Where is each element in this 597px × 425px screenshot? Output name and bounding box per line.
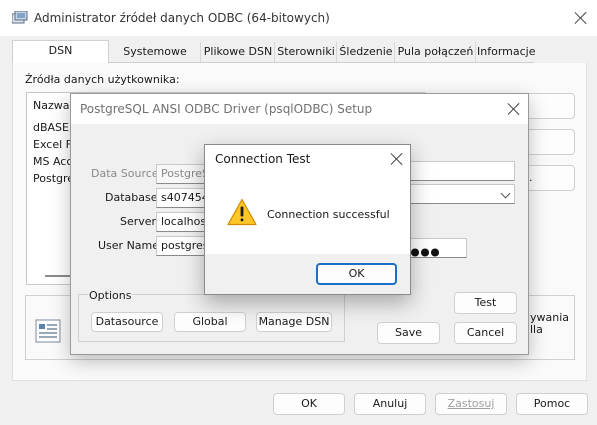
- info-text-line2: lla: [530, 323, 543, 336]
- data-source-label: Data Source: [91, 167, 159, 180]
- datasource-button[interactable]: Datasource: [91, 312, 163, 332]
- close-icon[interactable]: [390, 152, 404, 166]
- tab-user-dsn[interactable]: DSN użytkownika: [12, 40, 109, 77]
- password-dots: [411, 244, 443, 257]
- title-bar: Administrator źródeł danych ODBC (64-bit…: [0, 0, 597, 36]
- section-label: Źródła danych użytkownika:: [25, 73, 180, 86]
- setup-title-bar: PostgreSQL ANSI ODBC Driver (psqlODBC) S…: [71, 94, 528, 124]
- tab-system-dsn[interactable]: Systemowe DSN: [110, 42, 201, 78]
- password-field[interactable]: [406, 238, 467, 258]
- apply-button[interactable]: Zastosuj: [435, 393, 507, 415]
- ok-button[interactable]: OK: [273, 393, 345, 415]
- list-item[interactable]: dBASE: [33, 121, 69, 134]
- manage-dsn-button[interactable]: Manage DSN: [256, 312, 332, 332]
- chevron-down-icon: [500, 188, 511, 199]
- connection-test-ok-button[interactable]: OK: [316, 263, 397, 285]
- options-label: Options: [88, 289, 133, 302]
- connection-test-title: Connection Test: [215, 152, 311, 166]
- tab-file-dsn[interactable]: Plikowe DSN: [202, 42, 275, 62]
- list-header[interactable]: Nazwa: [33, 99, 69, 112]
- database-field[interactable]: s407454: [156, 188, 206, 208]
- tab-drivers[interactable]: Sterowniki: [276, 42, 337, 62]
- server-label: Server: [120, 215, 157, 228]
- test-button[interactable]: Test: [454, 292, 517, 314]
- app-icon: [11, 10, 28, 25]
- tab-connection-pooling[interactable]: Pula połączeń: [396, 42, 476, 62]
- ssl-mode-select[interactable]: [406, 184, 515, 204]
- connection-test-dialog: Connection Test Connection successful OK: [204, 144, 411, 295]
- warning-icon: [227, 198, 257, 226]
- description-field[interactable]: [406, 161, 515, 181]
- cancel-button[interactable]: Anuluj: [354, 393, 426, 415]
- close-icon[interactable]: [574, 11, 588, 25]
- odbc-info-icon: [34, 317, 66, 345]
- tab-about[interactable]: Informacje: [477, 42, 535, 62]
- setup-title: PostgreSQL ANSI ODBC Driver (psqlODBC) S…: [80, 102, 373, 116]
- connection-test-message: Connection successful: [267, 208, 390, 221]
- list-item[interactable]: MS Acc: [33, 155, 72, 168]
- data-source-field[interactable]: PostgreS: [156, 164, 206, 184]
- server-field[interactable]: localhost: [156, 212, 206, 232]
- close-icon[interactable]: [507, 102, 521, 116]
- database-label: Database: [105, 191, 158, 204]
- tab-tracing[interactable]: Śledzenie: [338, 42, 395, 62]
- help-button[interactable]: Pomoc: [516, 393, 588, 415]
- username-label: User Name: [98, 239, 160, 252]
- username-field[interactable]: postgres: [156, 236, 206, 256]
- setup-cancel-button[interactable]: Cancel: [454, 322, 517, 344]
- save-button[interactable]: Save: [377, 322, 440, 344]
- window-title: Administrator źródeł danych ODBC (64-bit…: [34, 11, 330, 25]
- global-button[interactable]: Global: [174, 312, 246, 332]
